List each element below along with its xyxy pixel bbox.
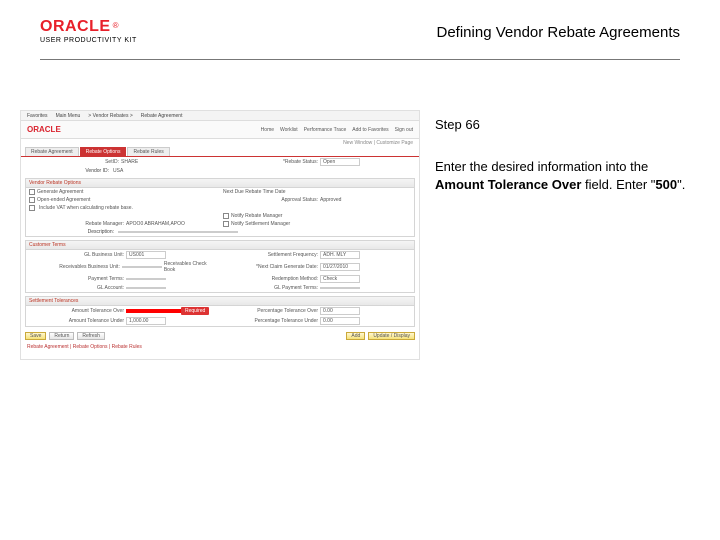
app-screenshot: Favorites Main Menu > Vendor Rebates > R… [20,110,420,360]
settle-freq-input[interactable]: ADH. MLY [320,251,360,259]
section-settlement-tolerances: Settlement Tolerances Amount Tolerance O… [25,296,415,327]
required-badge: Required [181,307,209,315]
field-label: Settlement Frequency: [223,252,318,258]
gl-account-input[interactable] [126,287,166,289]
field-label: Payment Terms: [29,276,124,282]
section-vendor-rebate-options: Vendor Rebate Options Generate Agreement… [25,178,415,237]
checkbox-icon[interactable] [29,197,35,203]
section-title: Settlement Tolerances [26,297,414,306]
approval-value: Approved [320,197,341,203]
status-select[interactable]: Open [320,158,360,166]
opt-label: Open-ended Agreement [37,197,90,203]
doc-title: Defining Vendor Rebate Agreements [437,24,681,41]
setid-label: SetID: [24,159,119,165]
field-label: Amount Tolerance Under [29,318,124,324]
recv-bu-input[interactable] [122,266,162,268]
step-indicator: Step 66 [435,116,695,134]
tab-strip: Rebate Agreement Rebate Options Rebate R… [21,147,419,157]
opt-label: Notify Rebate Manager [231,213,282,219]
field-label: Redemption Method: [223,276,318,282]
header-row: SetID:SHARE *Rebate Status:Open [21,157,419,167]
section-title: Customer Terms [26,241,414,250]
tab-rebate-rules[interactable]: Rebate Rules [127,147,169,156]
section-customer-terms: Customer Terms GL Business Unit:US001 Se… [25,240,415,293]
opt-label: Include VAT when calculating rebate base… [39,205,133,211]
instr-part: ". [677,177,685,192]
checkbox-icon[interactable] [29,189,35,195]
field-label: Percentage Tolerance Under [223,318,318,324]
tab-rebate-options[interactable]: Rebate Options [80,147,127,156]
top-link[interactable]: Add to Favorites [352,127,388,133]
add-button[interactable]: Add [346,332,365,340]
top-link[interactable]: Sign out [395,127,413,133]
instr-part: Enter the desired information into the [435,159,648,174]
menu-item[interactable]: > Vendor Rebates > [88,113,132,119]
opt-label: Generate Agreement [37,189,83,195]
field-label: GL Payment Terms: [223,285,318,291]
redemption-input[interactable]: Check [320,275,360,283]
pay-terms-input[interactable] [126,278,166,280]
desc-input[interactable] [118,231,238,233]
button-row: Save Return Refresh Add Update / Display [21,330,419,342]
section-title: Vendor Rebate Options [26,179,414,188]
field-label: *Next Claim Generate Date: [223,264,318,270]
app-topbar: ORACLE Home Worklist Performance Trace A… [21,121,419,139]
checkbox-icon[interactable] [223,221,229,227]
update-display-button[interactable]: Update / Display [368,332,415,340]
menu-item[interactable]: Favorites [27,113,48,119]
vendor-row: Vendor ID: USA [21,167,419,175]
app-logo: ORACLE [27,125,61,134]
field-label: Percentage Tolerance Over [223,308,318,314]
field-label: GL Business Unit: [29,252,124,258]
checkbox-icon[interactable] [223,213,229,219]
footer-links[interactable]: Rebate Agreement | Rebate Options | Reba… [21,342,419,352]
instr-value: 500 [655,177,677,192]
brand-reg: ® [113,21,119,30]
vendor-value: USA [113,168,123,174]
refresh-button[interactable]: Refresh [77,332,105,340]
status-label: *Rebate Status: [223,159,318,165]
field-label: Receivables Business Unit: [29,264,120,270]
opt-label: Notify Settlement Manager [231,221,290,227]
setid-value: SHARE [121,159,138,165]
top-link[interactable]: Worklist [280,127,298,133]
next-claim-date-input[interactable]: 01/27/2010 [320,263,360,271]
menu-item[interactable]: Main Menu [56,113,81,119]
pct-tol-under-input[interactable]: 0.00 [320,317,360,325]
doc-header: ORACLE ® USER PRODUCTIVITY KIT Defining … [40,18,680,60]
approval-label: Approval Status: [223,197,318,203]
instr-part: field. Enter " [581,177,655,192]
menu-item[interactable]: Rebate Agreement [141,113,183,119]
opt-date-label: Next Due Rebate Time Date [223,189,286,195]
brand-name: ORACLE [40,18,111,36]
brand-logo: ORACLE ® USER PRODUCTIVITY KIT [40,18,137,44]
app-menubar: Favorites Main Menu > Vendor Rebates > R… [21,111,419,121]
instr-field-name: Amount Tolerance Over [435,177,581,192]
top-link[interactable]: Home [261,127,274,133]
save-button[interactable]: Save [25,332,46,340]
checkbox-icon[interactable] [29,205,35,211]
app-breadcrumb[interactable]: New Window | Customize Page [21,139,419,147]
tab-rebate-agreement[interactable]: Rebate Agreement [25,147,79,156]
gl-bu-input[interactable]: US001 [126,251,166,259]
pct-tol-over-input[interactable]: 0.00 [320,307,360,315]
field-label: GL Account: [29,285,124,291]
top-link[interactable]: Performance Trace [304,127,347,133]
return-button[interactable]: Return [49,332,74,340]
instruction-text: Enter the desired information into the A… [435,158,695,193]
recv-hint: Receivables Check Book [164,261,217,273]
desc-label: Description: [29,229,114,235]
rebate-mgr-value: APOO0 ABRAHAM,APOO [126,221,185,227]
vendor-label: Vendor ID: [24,168,109,174]
amount-tolerance-over-input[interactable] [126,309,181,313]
gl-pay-terms-input[interactable] [320,287,360,289]
amt-tol-under-input[interactable]: 1,000.00 [126,317,166,325]
rebate-mgr-label: Rebate Manager: [29,221,124,227]
brand-sub: USER PRODUCTIVITY KIT [40,37,137,44]
field-label: Amount Tolerance Over [29,308,124,314]
